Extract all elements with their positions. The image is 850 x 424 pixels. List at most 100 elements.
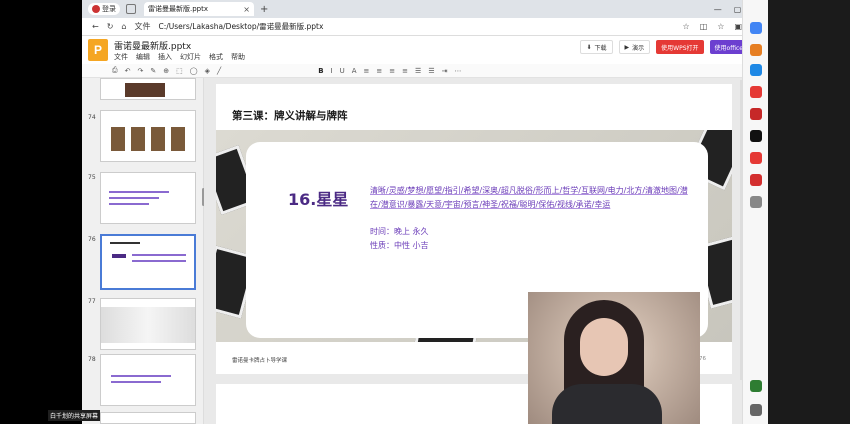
card-nature: 性质：中性 小吉: [370, 241, 429, 250]
slide-thumb-77[interactable]: [100, 298, 196, 350]
document-name: 雷诺曼最新版.pptx: [114, 42, 192, 52]
presenter-shirt: [552, 384, 662, 424]
download-icon: ⬇: [586, 43, 592, 51]
home-icon[interactable]: ⌂: [121, 22, 126, 31]
justify-icon[interactable]: ≡: [402, 67, 408, 75]
tab-actions-icon[interactable]: [126, 4, 136, 14]
back-icon[interactable]: ←: [92, 22, 99, 31]
refresh-icon[interactable]: ↻: [107, 22, 114, 31]
thumb-text-line: [111, 381, 161, 383]
slide-number-78: 78: [88, 356, 96, 363]
format-toolbar: ⎙ ↶ ↷ ✎ ⊕ ⬚ ◯ ◈ ╱ B I U A ≡ ≡ ≡ ≡ ☰ ☰ ⇥ …: [82, 64, 768, 78]
presentation-logo: P: [88, 39, 108, 61]
download-button[interactable]: ⬇ 下载: [580, 40, 613, 54]
profile-button[interactable]: 登录: [88, 3, 120, 15]
card-keywords: 清晰/灵感/梦想/愿望/指引/希望/深奥/超凡脱俗/形而上/哲学/互联网/电力/…: [370, 186, 688, 209]
fill-icon[interactable]: ◈: [205, 67, 210, 75]
indent-icon[interactable]: ⇥: [442, 67, 448, 75]
tab-document[interactable]: 雷诺曼最新版.pptx ×: [144, 2, 254, 16]
open-wps-label: 使用WPS打开: [661, 44, 699, 52]
slide-thumb-76[interactable]: [100, 234, 196, 290]
more-tools-icon[interactable]: ⋯: [454, 67, 461, 75]
bullet-list-icon[interactable]: ☰: [415, 67, 421, 75]
maximize-icon[interactable]: ▢: [734, 5, 742, 14]
open-wps-button[interactable]: 使用WPS打开: [656, 40, 704, 54]
thumb-card-image: [171, 127, 185, 151]
number-list-icon[interactable]: ☰: [428, 67, 434, 75]
present-button[interactable]: ▶ 演示: [618, 40, 651, 54]
black-margin: [768, 0, 850, 424]
presenter-face: [580, 318, 628, 376]
app-icon[interactable]: [750, 86, 762, 98]
menu-insert[interactable]: 插入: [158, 52, 172, 62]
app-icon[interactable]: [750, 108, 762, 120]
thumb-image: [101, 307, 195, 343]
underline-button[interactable]: U: [340, 67, 345, 75]
profile-label: 登录: [102, 5, 116, 13]
undo-icon[interactable]: ↶: [125, 67, 131, 75]
settings-icon[interactable]: [750, 404, 762, 416]
format-painter-icon[interactable]: ✎: [150, 67, 156, 75]
align-left-icon[interactable]: ≡: [364, 67, 370, 75]
close-tab-icon[interactable]: ×: [243, 5, 250, 14]
slide-thumb-79[interactable]: [100, 412, 196, 424]
app-icon[interactable]: [750, 152, 762, 164]
redo-icon[interactable]: ↷: [137, 67, 143, 75]
print-icon[interactable]: ⎙: [112, 66, 118, 75]
thumb-text-line: [132, 260, 186, 262]
favorites-icon[interactable]: ☆: [717, 22, 724, 31]
select-icon[interactable]: ⬚: [176, 67, 183, 75]
zoom-icon[interactable]: ⊕: [163, 67, 169, 75]
app-icon[interactable]: [750, 174, 762, 186]
card-name: 16.星星: [288, 190, 349, 209]
url-field[interactable]: C:/Users/Lakasha/Desktop/雷诺曼最新版.pptx: [158, 21, 323, 32]
slides-panel: 74 75 76 77 78: [82, 78, 205, 424]
thumb-card-image: [151, 127, 165, 151]
minimize-icon[interactable]: —: [714, 5, 722, 14]
slide-number-75: 75: [88, 174, 96, 181]
favorite-star-icon[interactable]: ☆: [683, 22, 690, 31]
address-bar: ← ↻ ⌂ 文件 C:/Users/Lakasha/Desktop/雷诺曼最新版…: [82, 18, 768, 36]
menu-edit[interactable]: 编辑: [136, 52, 150, 62]
present-label: 演示: [632, 44, 645, 52]
app-icon[interactable]: [750, 64, 762, 76]
edge-sidebar: [742, 0, 768, 424]
italic-button[interactable]: I: [331, 67, 333, 75]
thumb-image: [125, 83, 165, 97]
app-icon[interactable]: [750, 44, 762, 56]
align-right-icon[interactable]: ≡: [389, 67, 395, 75]
slide-thumb-75[interactable]: [100, 172, 196, 224]
search-app-icon[interactable]: [750, 22, 762, 34]
thumb-title-line: [110, 242, 140, 244]
line-icon[interactable]: ╱: [217, 67, 221, 75]
menu-help[interactable]: 帮助: [231, 52, 245, 62]
align-center-icon[interactable]: ≡: [376, 67, 382, 75]
thumb-text-line: [132, 254, 186, 256]
slide-number-77: 77: [88, 298, 96, 305]
menu-slides[interactable]: 幻灯片: [180, 52, 201, 62]
file-scheme-label: 文件: [134, 22, 151, 31]
shape-icon[interactable]: ◯: [190, 67, 198, 75]
add-icon[interactable]: [750, 196, 762, 208]
browser-tabbar: 登录 雷诺曼最新版.pptx × + — ▢ ✕: [82, 0, 768, 18]
collections-icon[interactable]: ▣: [734, 22, 742, 31]
screen-share-label: 白千划的共享屏幕: [48, 410, 101, 421]
present-icon: ▶: [624, 43, 630, 51]
slide-thumb-78[interactable]: [100, 354, 196, 406]
new-tab-icon[interactable]: +: [260, 4, 268, 15]
bold-button[interactable]: B: [318, 67, 323, 75]
menu-bar: 文件 编辑 插入 幻灯片 格式 帮助: [114, 52, 245, 62]
thumb-card-image: [111, 127, 125, 151]
menu-file[interactable]: 文件: [114, 52, 128, 62]
thumb-text-line: [111, 375, 171, 377]
slide-thumb-74[interactable]: [100, 110, 196, 162]
thumb-text-line: [109, 197, 159, 199]
tiktok-icon[interactable]: [750, 130, 762, 142]
slide-thumb-73[interactable]: [100, 78, 196, 100]
text-color-button[interactable]: A: [352, 67, 357, 75]
menu-format[interactable]: 格式: [209, 52, 223, 62]
slide-footer: 雷诺曼卡牌占卜导学课: [232, 358, 288, 364]
split-view-icon[interactable]: ◫: [700, 22, 708, 31]
avatar: [92, 5, 100, 13]
app-icon[interactable]: [750, 380, 762, 392]
